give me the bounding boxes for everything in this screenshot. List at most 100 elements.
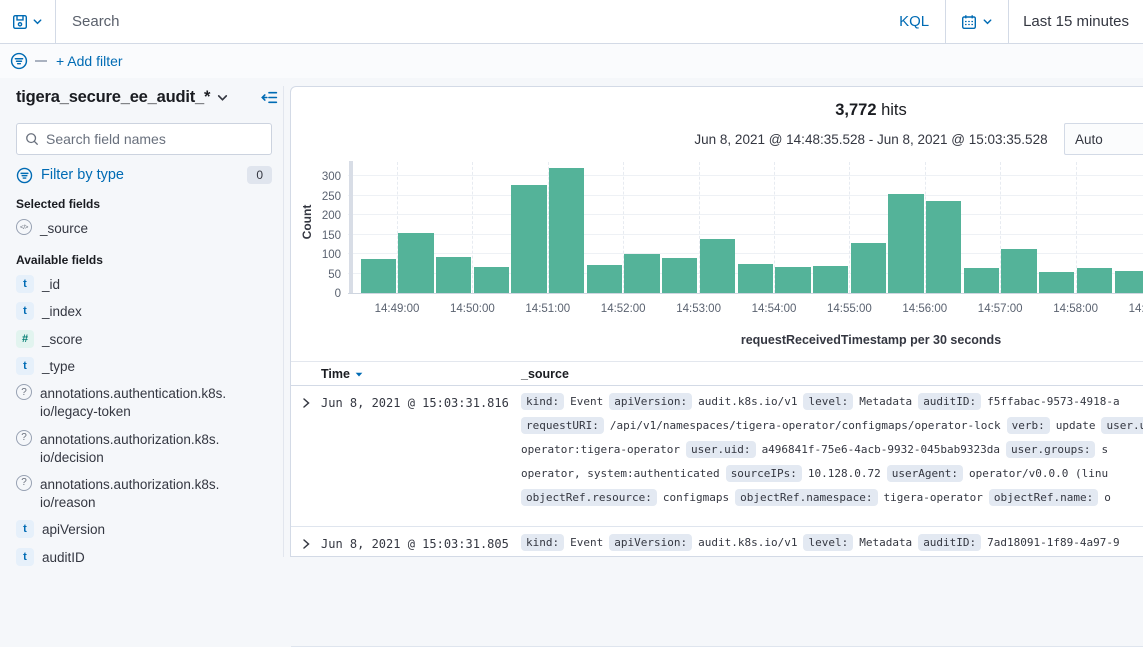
- field-name: annotations.authentication.k8s.​io/legac…: [40, 385, 272, 421]
- histogram-bar-14:54:00[interactable]: [775, 267, 810, 293]
- x-tick-label: 14:56:00: [885, 303, 965, 315]
- histogram-bar-14:55:30[interactable]: [888, 194, 923, 293]
- field-search-input[interactable]: [46, 131, 263, 147]
- x-tick-label: 14:57:00: [960, 303, 1040, 315]
- histogram-bar-14:58:30[interactable]: [1115, 271, 1143, 293]
- histogram-bar-14:57:30[interactable]: [1039, 272, 1074, 293]
- field-item-apiVersion[interactable]: t apiVersion: [16, 521, 272, 539]
- expand-row-icon[interactable]: [300, 397, 312, 409]
- histogram-bar-14:51:00[interactable]: [549, 168, 584, 293]
- index-pattern-selector[interactable]: tigera_secure_ee_audit_*: [16, 88, 261, 107]
- histogram-bar-14:48:30[interactable]: [361, 259, 396, 293]
- datepicker-button[interactable]: [945, 0, 1009, 43]
- sidebar-divider: [283, 86, 284, 557]
- field-item-auditID[interactable]: tauditID: [16, 549, 272, 567]
- histogram-bar-14:53:00[interactable]: [700, 239, 735, 293]
- histogram-bar-14:54:30[interactable]: [813, 266, 848, 293]
- saved-query-button[interactable]: [0, 0, 56, 43]
- field-name: _score: [42, 331, 83, 349]
- source-line: objectRef.resource:configmapsobjectRef.n…: [521, 485, 1143, 509]
- string-type-icon: t: [16, 520, 34, 538]
- histogram-bar-14:57:00[interactable]: [1001, 249, 1036, 293]
- table-row: Jun 8, 2021 @ 15:03:31.805kind:EventapiV…: [291, 527, 1143, 647]
- query-bar: KQL Last 15 minutes: [0, 0, 1143, 44]
- gridline: [348, 234, 1143, 235]
- histogram-plot[interactable]: [348, 162, 1143, 294]
- x-tick-label: 14:50:00: [432, 303, 512, 315]
- field-item-annotations.authorization.k8s.io/reason[interactable]: ?annotations.authorization.k8s.​io/reaso…: [16, 476, 272, 512]
- histogram-bar-14:52:30[interactable]: [662, 258, 697, 293]
- calendar-icon: [961, 14, 977, 30]
- histogram-bar-14:51:30[interactable]: [587, 265, 622, 293]
- filter-icon: [10, 52, 28, 70]
- histogram-bar-14:49:30[interactable]: [436, 257, 471, 293]
- filter-count-badge: 0: [247, 166, 272, 184]
- field-name-badge: level:: [803, 393, 853, 410]
- field-search-box: [16, 123, 272, 155]
- y-tick-label: 300: [307, 170, 341, 184]
- histogram-bar-14:50:00[interactable]: [474, 267, 509, 293]
- field-name-badge: objectRef.namespace:: [735, 489, 877, 506]
- histogram-bar-14:56:30[interactable]: [964, 268, 999, 293]
- filter-by-type-button[interactable]: Filter by type: [41, 167, 239, 183]
- field-item-annotations.authorization.k8s.io/decision[interactable]: ?annotations.authorization.k8s.​io/decis…: [16, 431, 272, 467]
- histogram-bar-14:55:00[interactable]: [851, 243, 886, 293]
- field-item-_id[interactable]: t_id: [16, 276, 272, 294]
- unknown-type-icon: ?: [16, 430, 32, 446]
- source-column-header: _source: [521, 367, 569, 381]
- field-name-badge: objectRef.resource:: [521, 489, 657, 506]
- field-name-badge: level:: [803, 534, 853, 551]
- field-item-_type[interactable]: t_type: [16, 358, 272, 376]
- x-tick-label: 14:53:00: [659, 303, 739, 315]
- x-tick-label: 14:58:00: [1036, 303, 1116, 315]
- doc-source: kind:EventapiVersion:audit.k8s.io/v1leve…: [521, 389, 1143, 509]
- time-range-button[interactable]: Last 15 minutes: [1009, 0, 1143, 43]
- doc-table-header: Time _source: [291, 361, 1143, 386]
- field-name: apiVersion: [42, 521, 105, 539]
- gridline: [348, 195, 1143, 196]
- doc-timestamp: Jun 8, 2021 @ 15:03:31.805: [321, 537, 509, 551]
- field-name-badge: sourceIPs:: [726, 465, 802, 482]
- x-tick-label: 14:59:00: [1111, 303, 1143, 315]
- histogram-bar-14:50:30[interactable]: [511, 185, 546, 293]
- field-value: operator:tigera-operator: [521, 443, 680, 456]
- collapse-sidebar-icon[interactable]: [261, 89, 278, 106]
- gridline: [348, 175, 1143, 176]
- search-input[interactable]: [56, 0, 883, 43]
- field-item-_source[interactable]: </> _source: [16, 220, 272, 238]
- fields-sidebar: tigera_secure_ee_audit_* Filter by type …: [0, 78, 288, 557]
- kql-selector[interactable]: KQL: [883, 0, 945, 43]
- source-line: operator, system:authenticatedsourceIPs:…: [521, 461, 1143, 485]
- doc-timestamp: Jun 8, 2021 @ 15:03:31.816: [321, 396, 509, 410]
- x-tick-label: 14:51:00: [508, 303, 588, 315]
- field-name-badge: user.uid:: [686, 441, 756, 458]
- expand-row-icon[interactable]: [300, 538, 312, 550]
- index-pattern-name: tigera_secure_ee_audit_*: [16, 88, 210, 107]
- add-filter-button[interactable]: + Add filter: [56, 53, 123, 69]
- field-name-badge: auditID:: [918, 393, 981, 410]
- number-type-icon: #: [16, 330, 34, 348]
- sort-desc-icon: [354, 369, 364, 379]
- field-name: auditID: [42, 549, 85, 567]
- histogram-bar-14:53:30[interactable]: [738, 264, 773, 293]
- field-value: audit.k8s.io/v1: [698, 536, 797, 549]
- field-item-annotations.authentication.k8s.io/legacy-token[interactable]: ?annotations.authentication.k8s.​io/lega…: [16, 385, 272, 421]
- filter-options-button[interactable]: [10, 52, 28, 70]
- histogram-bar-14:58:00[interactable]: [1077, 268, 1112, 293]
- field-value: Event: [570, 536, 603, 549]
- histogram-bar-14:56:00[interactable]: [926, 201, 961, 293]
- save-icon: [12, 14, 28, 30]
- histogram-bar-14:52:00[interactable]: [624, 254, 659, 293]
- histogram-bar-14:49:00[interactable]: [398, 233, 433, 293]
- field-name: _source: [40, 220, 88, 238]
- time-column-header[interactable]: Time: [321, 367, 364, 381]
- field-name: annotations.authorization.k8s.​io/reason: [40, 476, 272, 512]
- source-type-icon: </>: [16, 219, 32, 235]
- field-item-_score[interactable]: # _score: [16, 331, 272, 349]
- interval-select[interactable]: Auto: [1064, 123, 1143, 155]
- field-name-badge: apiVersion:: [609, 393, 692, 410]
- field-name: _index: [42, 303, 82, 321]
- discover-panel: 3,772 hits Jun 8, 2021 @ 14:48:35.528 - …: [290, 86, 1143, 557]
- x-tick-label: 14:55:00: [809, 303, 889, 315]
- field-item-_index[interactable]: t_index: [16, 303, 272, 321]
